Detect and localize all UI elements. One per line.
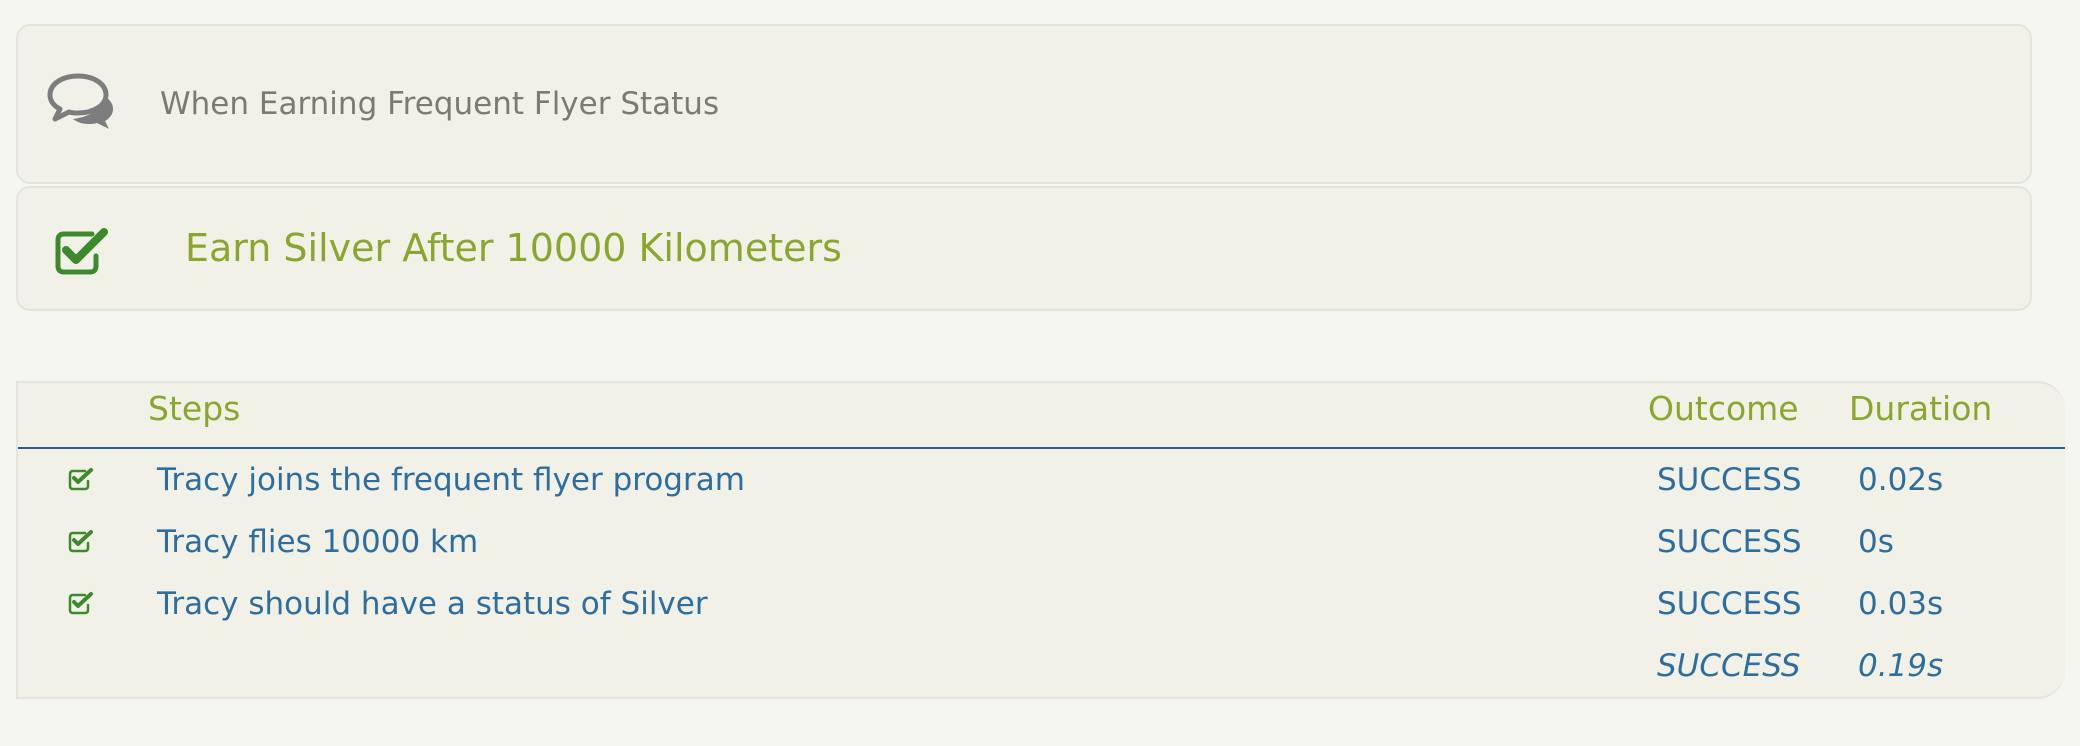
step-outcome: SUCCESS	[1657, 524, 1802, 560]
scenario-title: Earn Silver After 10000 Kilometers	[185, 226, 842, 270]
step-description[interactable]: Tracy should have a status of Silver	[157, 573, 708, 635]
table-row: Tracy flies 10000 km SUCCESS 0s	[18, 511, 2065, 573]
step-outcome: SUCCESS	[1657, 462, 1802, 498]
total-row: SUCCESS 0.19s	[18, 635, 2065, 697]
checked-checkbox-icon	[68, 592, 93, 615]
checked-checkbox-icon	[55, 228, 108, 275]
checked-checkbox-icon	[68, 468, 93, 491]
steps-table: Steps Outcome Duration Tracy joins the f…	[16, 381, 2065, 699]
total-duration: 0.19s	[1858, 648, 1944, 684]
story-panel: When Earning Frequent Flyer Status	[16, 24, 2032, 184]
step-duration: 0.03s	[1858, 586, 1944, 622]
outcome-column-header: Outcome	[1648, 389, 1799, 428]
table-row: Tracy should have a status of Silver SUC…	[18, 573, 2065, 635]
step-duration: 0s	[1858, 524, 1894, 560]
step-description[interactable]: Tracy joins the frequent flyer program	[157, 449, 745, 511]
comments-icon	[47, 73, 113, 129]
scenario-panel: Earn Silver After 10000 Kilometers	[16, 186, 2032, 311]
table-row: Tracy joins the frequent flyer program S…	[18, 449, 2065, 511]
story-title: When Earning Frequent Flyer Status	[160, 86, 720, 122]
step-description[interactable]: Tracy flies 10000 km	[157, 511, 478, 573]
table-header: Steps Outcome Duration	[18, 383, 2065, 449]
step-outcome: SUCCESS	[1657, 586, 1802, 622]
duration-column-header: Duration	[1849, 389, 1993, 428]
checked-checkbox-icon	[68, 530, 93, 553]
steps-column-header: Steps	[148, 389, 241, 428]
step-duration: 0.02s	[1858, 462, 1944, 498]
total-outcome: SUCCESS	[1657, 648, 1801, 684]
